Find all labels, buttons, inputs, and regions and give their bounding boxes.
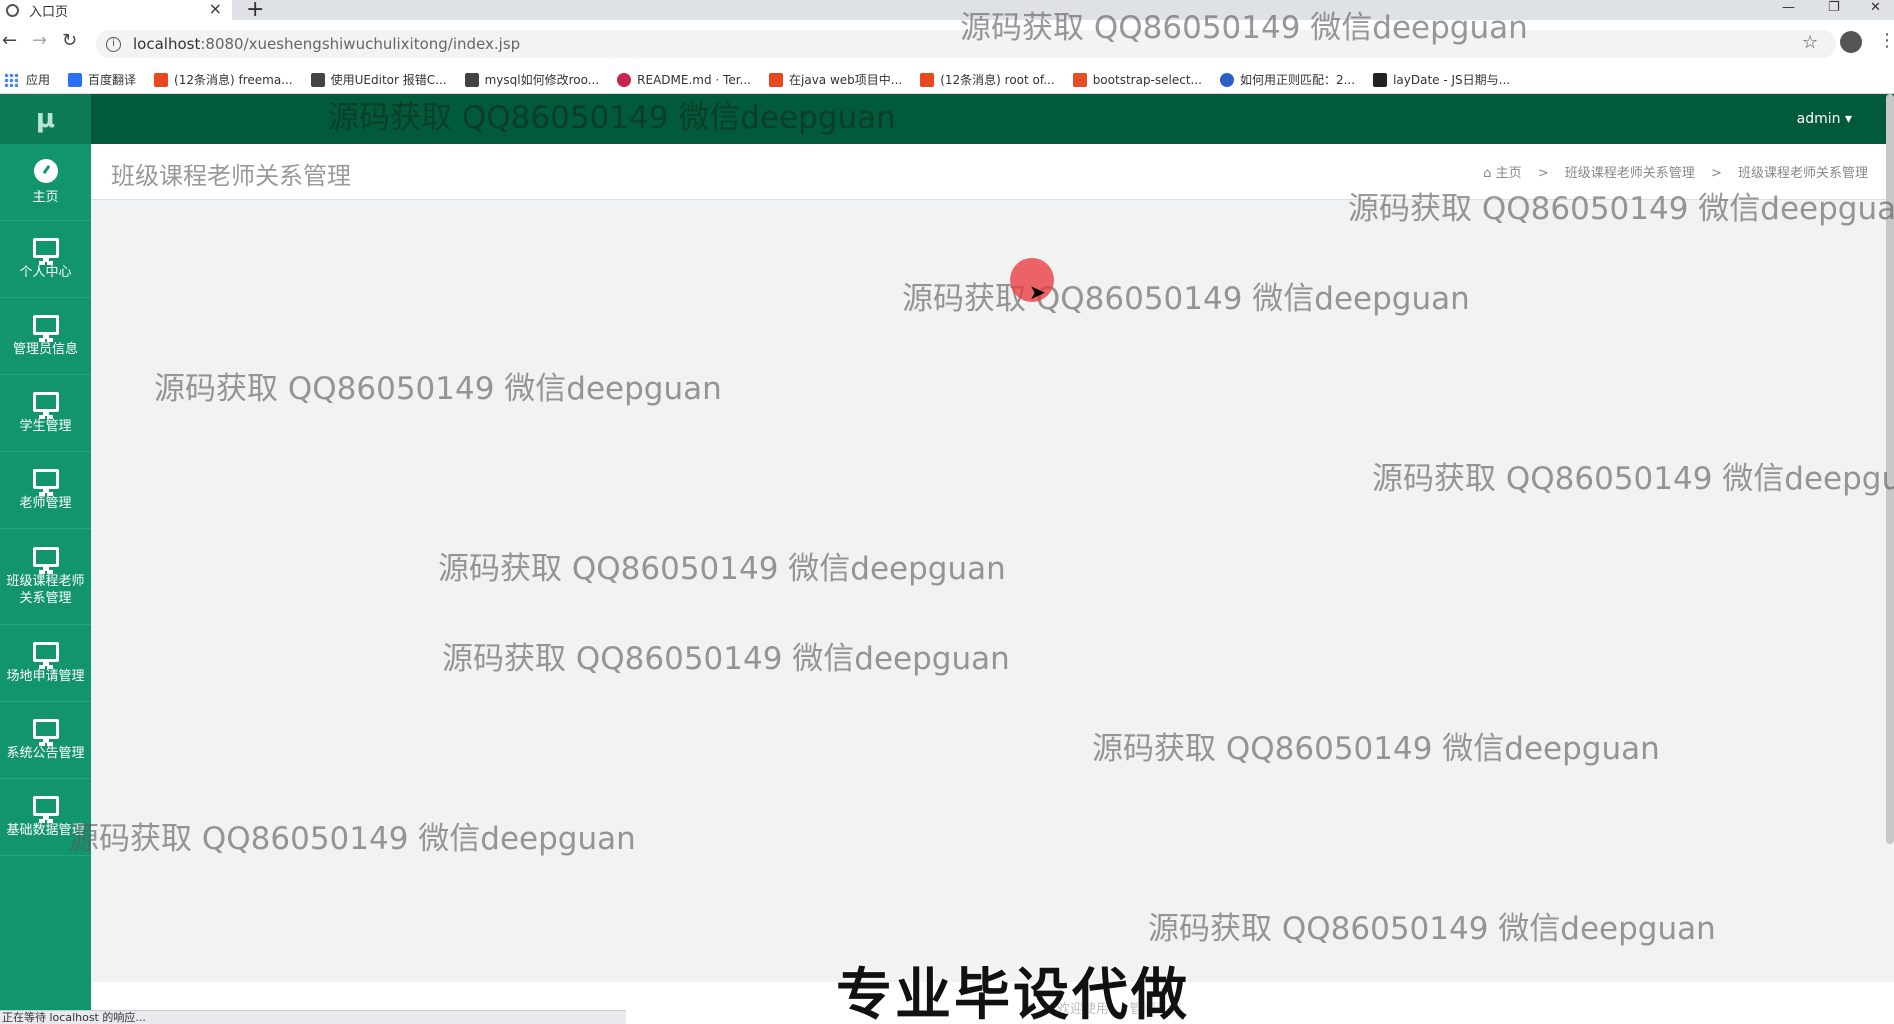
info-icon[interactable]: i bbox=[106, 36, 121, 52]
translate-icon bbox=[68, 72, 83, 87]
sidebar-item-announcements[interactable]: 系统公告管理 bbox=[0, 702, 91, 779]
watermark-text: 源码获取 QQ86050149 微信deepguan bbox=[902, 281, 1470, 317]
csdn-icon bbox=[920, 72, 935, 87]
watermark-text: 源码获取 QQ86050149 微信deepguan bbox=[438, 551, 1006, 587]
watermark-text: 源码获取 QQ86050149 微信deepguan bbox=[68, 821, 636, 857]
sidebar-item-venue-requests[interactable]: 场地申请管理 bbox=[0, 625, 91, 702]
monitor-icon bbox=[32, 641, 59, 666]
layui-icon bbox=[1373, 72, 1388, 87]
minimize-icon[interactable]: — bbox=[1782, 0, 1795, 20]
monitor-icon bbox=[32, 391, 59, 416]
apps-grid-icon[interactable] bbox=[4, 72, 18, 87]
watermark-text: 源码获取 QQ86050149 微信deepguan bbox=[1348, 191, 1894, 227]
sidebar-item-teachers[interactable]: 老师管理 bbox=[0, 452, 91, 529]
bookmark-item[interactable]: layDate - JS日期与... bbox=[1373, 71, 1510, 88]
bookmark-apps[interactable]: 应用 bbox=[26, 71, 50, 88]
monitor-icon bbox=[32, 795, 59, 820]
bookmark-item[interactable]: 如何用正则匹配：2... bbox=[1219, 71, 1355, 88]
address-bar: ← → ↻ i localhost:8080/xueshengshiwuchul… bbox=[0, 20, 1894, 66]
close-icon[interactable]: × bbox=[209, 0, 222, 18]
sidebar-item-label: 场地申请管理 bbox=[6, 668, 85, 684]
bookmark-item[interactable]: (12条消息) freema... bbox=[154, 71, 293, 88]
breadcrumb-home[interactable]: 主页 bbox=[1496, 166, 1522, 181]
sidebar-item-label: 个人中心 bbox=[19, 264, 72, 280]
monitor-icon bbox=[32, 468, 59, 493]
monitor-icon bbox=[32, 237, 59, 262]
browser-status-bar: 正在等待 localhost 的响应... bbox=[0, 1010, 626, 1024]
screen: 入口页 × + — ❐ ✕ ← → ↻ i localhost:8080/xue… bbox=[0, 0, 1894, 1024]
watermark-text: 源码获取 QQ86050149 微信deepguan bbox=[1372, 461, 1894, 497]
monitor-icon bbox=[32, 546, 59, 571]
bookmark-icon bbox=[310, 72, 325, 87]
url-text: localhost:8080/xueshengshiwuchulixitong/… bbox=[133, 35, 521, 53]
csdn-icon bbox=[154, 72, 169, 87]
breadcrumb-separator: > bbox=[1710, 166, 1722, 181]
breadcrumb-separator: > bbox=[1537, 166, 1549, 181]
breadcrumb-level2: 班级课程老师关系管理 bbox=[1737, 166, 1868, 181]
back-icon[interactable]: ← bbox=[2, 30, 17, 51]
bookmark-item[interactable]: (12条消息) root of... bbox=[920, 71, 1055, 88]
restore-icon[interactable]: ❐ bbox=[1828, 0, 1840, 20]
sidebar-item-label: 主页 bbox=[32, 189, 59, 205]
window-close-icon[interactable]: ✕ bbox=[1870, 0, 1881, 20]
sidebar-item-label: 管理员信息 bbox=[12, 341, 78, 357]
bookmark-item[interactable]: 百度翻译 bbox=[68, 71, 136, 88]
mouse-pointer-icon: ➤ bbox=[1029, 280, 1046, 304]
monitor-icon bbox=[32, 314, 59, 339]
jianshu-icon bbox=[1072, 72, 1087, 87]
sidebar-item-label: 学生管理 bbox=[19, 418, 72, 434]
forward-icon[interactable]: → bbox=[32, 30, 47, 51]
bookmark-item[interactable]: mysql如何修改roo... bbox=[464, 71, 599, 88]
breadcrumb-level1[interactable]: 班级课程老师关系管理 bbox=[1565, 166, 1695, 181]
sidebar-item-students[interactable]: 学生管理 bbox=[0, 375, 91, 452]
account-icon[interactable] bbox=[1840, 31, 1862, 53]
watermark-text: 源码获取 QQ86050149 微信deepguan bbox=[1092, 731, 1660, 767]
watermark-text: 源码获取 QQ86050149 微信deepguan bbox=[960, 10, 1528, 46]
breadcrumb: ⌂ 主页 > 班级课程老师关系管理 > 班级课程老师关系管理 bbox=[1483, 162, 1868, 181]
sidebar-item-home[interactable]: 主页 bbox=[0, 144, 91, 221]
tab-title: 入口页 bbox=[29, 4, 69, 20]
home-icon: ⌂ bbox=[1483, 166, 1492, 181]
gitee-icon bbox=[617, 72, 632, 87]
baidu-icon bbox=[1219, 72, 1234, 87]
sidebar-item-label: 系统公告管理 bbox=[6, 745, 85, 761]
sidebar: μ 主页 个人中心 管理员信息 学生管理 老师管理 班级课程老师关系管理 场地申… bbox=[0, 94, 91, 1024]
app-logo[interactable]: μ bbox=[0, 94, 91, 144]
bookmark-item[interactable]: 使用UEditor 报错C... bbox=[310, 71, 447, 88]
bookmark-icon bbox=[464, 72, 479, 87]
globe-icon bbox=[6, 3, 19, 17]
bookmarks-bar: 应用 百度翻译 (12条消息) freema... 使用UEditor 报错C.… bbox=[0, 66, 1894, 94]
watermark-text: 源码获取 QQ86050149 微信deepguan bbox=[1148, 911, 1716, 947]
sidebar-item-profile[interactable]: 个人中心 bbox=[0, 221, 91, 298]
admin-menu-button[interactable]: admin ▾ bbox=[1797, 94, 1852, 144]
watermark-text: 源码获取 QQ86050149 微信deepguan bbox=[154, 371, 722, 407]
promo-banner: 专业毕设代做 bbox=[836, 963, 1190, 1024]
sidebar-item-class-course-teacher[interactable]: 班级课程老师关系管理 bbox=[0, 529, 91, 625]
bookmark-star-icon[interactable]: ☆ bbox=[1802, 32, 1818, 53]
sidebar-item-label: 老师管理 bbox=[19, 495, 72, 511]
csdn-icon bbox=[769, 72, 783, 87]
watermark-text: 源码获取 QQ86050149 微信deepguan bbox=[442, 641, 1010, 677]
watermark-text: 源码获取 QQ86050149 微信deepguan bbox=[328, 100, 896, 136]
reload-icon[interactable]: ↻ bbox=[62, 30, 77, 51]
sidebar-item-admin-info[interactable]: 管理员信息 bbox=[0, 298, 91, 375]
page-title: 班级课程老师关系管理 bbox=[111, 162, 351, 190]
bookmark-item[interactable]: README.md · Ter... bbox=[617, 72, 751, 87]
sidebar-item-label: 班级课程老师关系管理 bbox=[6, 573, 85, 606]
menu-kebab-icon[interactable]: ⋮ bbox=[1878, 30, 1894, 51]
browser-tab-strip: 入口页 × + — ❐ ✕ bbox=[0, 0, 1894, 22]
bookmark-item[interactable]: 在java web项目中... bbox=[769, 71, 902, 88]
dashboard-icon bbox=[33, 158, 58, 183]
new-tab-icon[interactable]: + bbox=[246, 0, 264, 22]
browser-tab[interactable]: 入口页 × bbox=[0, 0, 232, 20]
monitor-icon bbox=[32, 718, 59, 743]
bookmark-item[interactable]: bootstrap-select... bbox=[1072, 72, 1202, 87]
